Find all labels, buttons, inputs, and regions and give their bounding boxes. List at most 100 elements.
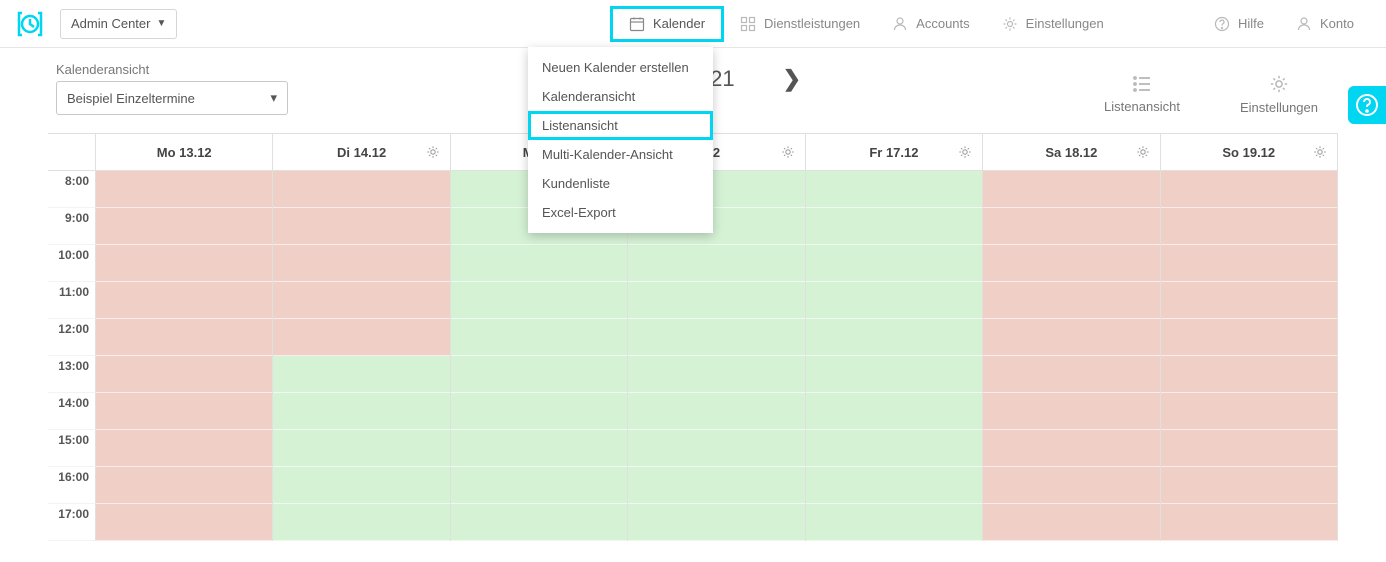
time-label: 16:00: [48, 467, 96, 504]
time-slot[interactable]: [1161, 208, 1337, 245]
nav-kalender[interactable]: Kalender: [610, 6, 724, 42]
time-slot[interactable]: [806, 430, 982, 467]
time-slot[interactable]: [96, 504, 272, 541]
time-slot[interactable]: [96, 282, 272, 319]
time-slot[interactable]: [451, 467, 627, 504]
time-slot[interactable]: [96, 356, 272, 393]
user-icon: [1296, 16, 1312, 32]
nav-konto-label: Konto: [1320, 16, 1354, 31]
time-slot[interactable]: [273, 282, 449, 319]
time-slot[interactable]: [273, 356, 449, 393]
time-slot[interactable]: [273, 430, 449, 467]
time-slot[interactable]: [96, 393, 272, 430]
admin-center-select[interactable]: Admin Center ▼: [60, 9, 177, 39]
time-slot[interactable]: [1161, 245, 1337, 282]
time-slot[interactable]: [273, 393, 449, 430]
dropdown-item-list-view[interactable]: Listenansicht: [528, 111, 713, 140]
gear-icon[interactable]: [426, 145, 440, 159]
time-slot[interactable]: [451, 356, 627, 393]
day-header: Sa 18.12: [983, 134, 1160, 171]
time-slot[interactable]: [628, 356, 804, 393]
day-header-label: Mo 13.12: [157, 145, 212, 160]
time-slot[interactable]: [983, 356, 1159, 393]
time-slot[interactable]: [1161, 319, 1337, 356]
time-slot[interactable]: [451, 430, 627, 467]
time-slot[interactable]: [1161, 467, 1337, 504]
calendar-icon: [629, 16, 645, 32]
gear-icon[interactable]: [958, 145, 972, 159]
time-slot[interactable]: [628, 282, 804, 319]
time-slot[interactable]: [451, 282, 627, 319]
time-slot[interactable]: [451, 245, 627, 282]
nav-dienstleistungen-label: Dienstleistungen: [764, 16, 860, 31]
time-slot[interactable]: [273, 467, 449, 504]
time-slot[interactable]: [806, 208, 982, 245]
list-icon: [1132, 75, 1152, 93]
dropdown-item-customer-list[interactable]: Kundenliste: [528, 169, 713, 198]
gear-icon[interactable]: [781, 145, 795, 159]
time-slot[interactable]: [983, 208, 1159, 245]
time-slot[interactable]: [983, 393, 1159, 430]
time-slot[interactable]: [983, 282, 1159, 319]
time-slot[interactable]: [983, 319, 1159, 356]
time-slot[interactable]: [806, 393, 982, 430]
time-slot[interactable]: [806, 467, 982, 504]
next-month-button[interactable]: ❯: [783, 66, 801, 92]
time-slot[interactable]: [628, 319, 804, 356]
time-slot[interactable]: [273, 245, 449, 282]
time-slot[interactable]: [628, 430, 804, 467]
listview-button[interactable]: Listenansicht: [1104, 75, 1180, 114]
time-slot[interactable]: [451, 319, 627, 356]
time-slot[interactable]: [1161, 393, 1337, 430]
time-slot[interactable]: [96, 245, 272, 282]
time-slot[interactable]: [806, 504, 982, 541]
time-slot[interactable]: [96, 171, 272, 208]
floating-help-button[interactable]: [1348, 86, 1386, 124]
nav-hilfe[interactable]: Hilfe: [1198, 6, 1280, 42]
dropdown-item-multi-calendar[interactable]: Multi-Kalender-Ansicht: [528, 140, 713, 169]
time-slot[interactable]: [273, 208, 449, 245]
time-slot[interactable]: [806, 245, 982, 282]
gear-icon[interactable]: [1313, 145, 1327, 159]
nav-konto[interactable]: Konto: [1280, 6, 1370, 42]
time-slot[interactable]: [451, 393, 627, 430]
time-slot[interactable]: [96, 430, 272, 467]
time-slot[interactable]: [983, 171, 1159, 208]
caret-down-icon: ▼: [156, 18, 166, 29]
dropdown-item-calendar-view[interactable]: Kalenderansicht: [528, 82, 713, 111]
nav-dienstleistungen[interactable]: Dienstleistungen: [724, 6, 876, 42]
dropdown-item-new-calendar[interactable]: Neuen Kalender erstellen: [528, 53, 713, 82]
time-slot[interactable]: [1161, 171, 1337, 208]
time-slot[interactable]: [1161, 282, 1337, 319]
time-slot[interactable]: [1161, 356, 1337, 393]
time-slot[interactable]: [628, 467, 804, 504]
time-slot[interactable]: [983, 504, 1159, 541]
time-slot[interactable]: [273, 171, 449, 208]
nav-accounts[interactable]: Accounts: [876, 6, 985, 42]
time-slot[interactable]: [806, 171, 982, 208]
time-slot[interactable]: [96, 467, 272, 504]
time-slot[interactable]: [983, 245, 1159, 282]
time-slot[interactable]: [96, 319, 272, 356]
time-slot[interactable]: [451, 504, 627, 541]
time-slot[interactable]: [983, 467, 1159, 504]
time-slot[interactable]: [806, 282, 982, 319]
time-slot[interactable]: [628, 245, 804, 282]
nav-einstellungen[interactable]: Einstellungen: [986, 6, 1120, 42]
settings-button[interactable]: Einstellungen: [1240, 74, 1318, 115]
time-slot[interactable]: [983, 430, 1159, 467]
time-slot[interactable]: [628, 504, 804, 541]
dropdown-item-excel-export[interactable]: Excel-Export: [528, 198, 713, 227]
time-slot[interactable]: [96, 208, 272, 245]
gear-icon[interactable]: [1136, 145, 1150, 159]
calendar-select[interactable]: Beispiel Einzeltermine ▾: [56, 81, 288, 115]
time-slot[interactable]: [806, 319, 982, 356]
time-slot[interactable]: [628, 393, 804, 430]
time-slot[interactable]: [1161, 504, 1337, 541]
time-label: 12:00: [48, 319, 96, 356]
time-slot[interactable]: [273, 504, 449, 541]
day-header-label: So 19.12: [1222, 145, 1275, 160]
time-slot[interactable]: [806, 356, 982, 393]
time-slot[interactable]: [1161, 430, 1337, 467]
time-slot[interactable]: [273, 319, 449, 356]
